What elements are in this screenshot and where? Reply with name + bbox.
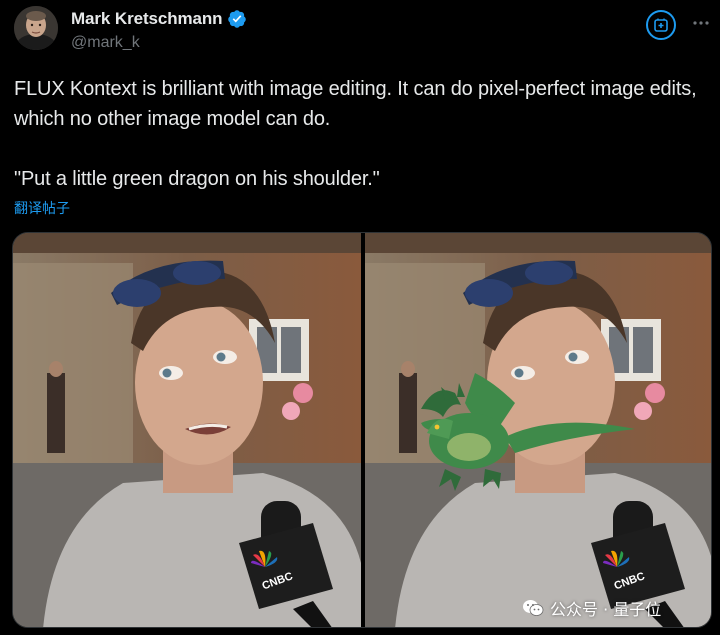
- verified-badge-icon: [228, 10, 247, 28]
- grok-icon: [654, 18, 668, 32]
- watermark-text: 公众号 · 量子位: [550, 600, 662, 619]
- tweet-text: FLUX Kontext is brilliant with image edi…: [14, 74, 714, 194]
- author-name-row[interactable]: Mark Kretschmann: [71, 9, 247, 29]
- photo-original: CNBC: [13, 233, 361, 627]
- tweet-paragraph: "Put a little green dragon on his should…: [14, 168, 380, 190]
- media-image-original[interactable]: CNBC: [13, 233, 361, 627]
- more-button[interactable]: [690, 12, 712, 34]
- tweet-paragraph: FLUX Kontext is brilliant with image edi…: [14, 78, 697, 130]
- watermark: 公众号 · 量子位: [522, 596, 661, 620]
- avatar-image: [14, 6, 58, 50]
- wechat-icon: [523, 600, 544, 616]
- photo-edited: CNBC: [365, 233, 711, 627]
- grok-button[interactable]: [646, 10, 676, 40]
- handle[interactable]: @mark_k: [71, 34, 140, 52]
- avatar[interactable]: [14, 6, 58, 50]
- media-image-edited[interactable]: CNBC: [365, 233, 711, 627]
- translate-post-link[interactable]: 翻译帖子: [14, 198, 70, 218]
- tweet: Mark Kretschmann @mark_k FLUX Kontext is…: [0, 0, 720, 635]
- more-icon: [693, 21, 709, 25]
- display-name[interactable]: Mark Kretschmann: [71, 9, 223, 29]
- media-grid: CNBC CNBC: [12, 232, 712, 628]
